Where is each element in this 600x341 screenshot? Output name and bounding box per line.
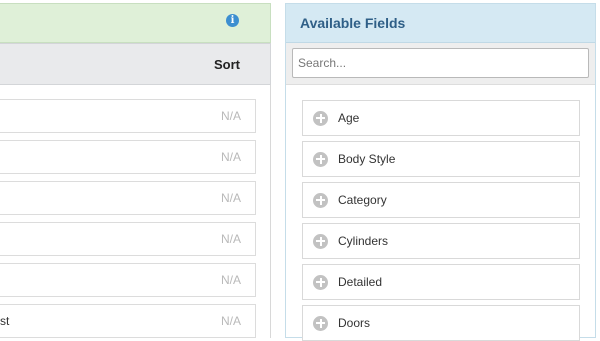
- available-fields-header: Available Fields: [286, 4, 595, 43]
- plus-circle-icon[interactable]: [313, 274, 328, 290]
- field-label: Age: [338, 111, 360, 125]
- field-label: Category: [338, 193, 387, 207]
- field-item-detailed[interactable]: Detailed: [302, 264, 580, 300]
- plus-circle-icon[interactable]: [313, 315, 328, 331]
- field-label: Detailed: [338, 275, 383, 289]
- selected-fields-panel: Sort i N/A N/A N/A N/A N/A st N/A: [0, 0, 271, 338]
- sort-value[interactable]: N/A: [221, 109, 255, 123]
- selected-field-row[interactable]: N/A: [0, 99, 256, 133]
- plus-circle-icon[interactable]: [313, 110, 328, 126]
- selected-field-label: st: [0, 314, 10, 328]
- selected-fields-list: N/A N/A N/A N/A N/A st N/A: [0, 85, 271, 338]
- selected-field-row[interactable]: st N/A: [0, 304, 256, 338]
- field-item-body-style[interactable]: Body Style: [302, 141, 580, 177]
- selected-field-row[interactable]: N/A: [0, 181, 256, 215]
- sort-value[interactable]: N/A: [221, 191, 255, 205]
- available-fields-panel: Available Fields Age Body Style Category…: [285, 3, 596, 341]
- column-header-bar: Sort: [0, 43, 271, 85]
- field-label: Doors: [338, 316, 371, 330]
- sort-column-label: Sort: [214, 56, 240, 72]
- field-item-category[interactable]: Category: [302, 182, 580, 218]
- sort-value[interactable]: N/A: [221, 232, 255, 246]
- available-fields-title: Available Fields: [300, 15, 406, 31]
- selected-field-row[interactable]: N/A: [0, 222, 256, 256]
- field-label: Cylinders: [338, 234, 389, 248]
- plus-circle-icon[interactable]: [313, 192, 328, 208]
- plus-circle-icon[interactable]: [313, 151, 328, 167]
- search-input[interactable]: [292, 48, 589, 78]
- sort-value[interactable]: N/A: [221, 314, 255, 328]
- field-item-cylinders[interactable]: Cylinders: [302, 223, 580, 259]
- info-icon[interactable]: i: [226, 14, 239, 27]
- sort-value[interactable]: N/A: [221, 273, 255, 287]
- field-label: Body Style: [338, 152, 396, 166]
- selected-field-row[interactable]: N/A: [0, 140, 256, 174]
- field-item-age[interactable]: Age: [302, 100, 580, 136]
- selected-field-row[interactable]: N/A: [0, 263, 256, 297]
- plus-circle-icon[interactable]: [313, 233, 328, 249]
- field-item-doors[interactable]: Doors: [302, 305, 580, 341]
- search-bar: [286, 43, 595, 85]
- sort-value[interactable]: N/A: [221, 150, 255, 164]
